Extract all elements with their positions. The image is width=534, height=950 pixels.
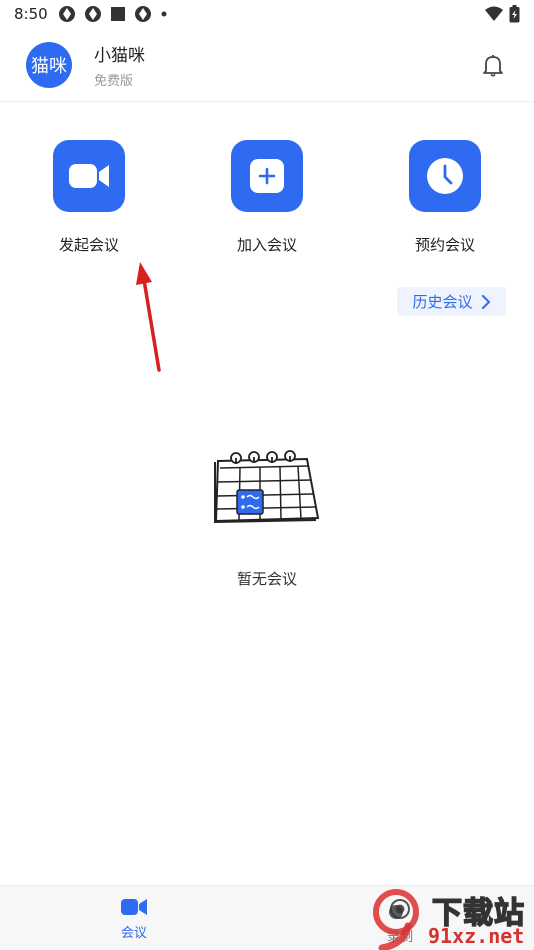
notifications-button[interactable] [478,50,508,80]
plus-icon [250,159,284,193]
annotation-arrow [136,262,161,372]
history-meetings-label: 历史会议 [412,293,473,311]
system-icons [485,5,520,23]
wifi-icon [485,6,503,21]
status-time: 8:50 [14,5,48,23]
avatar[interactable]: 猫咪 [26,41,72,88]
more-notifications-dot-icon [161,11,167,17]
start-meeting-label: 发起会议 [58,236,119,254]
join-meeting-button[interactable]: 加入会议 [207,140,327,255]
join-meeting-tile[interactable] [231,140,303,212]
app-notification-icon [84,6,101,22]
app-notification-icon [110,7,125,21]
app-notification-icon [58,6,75,22]
header: 猫咪 小猫咪 免费版 [0,28,534,102]
plan-badge: 免费版 [94,73,134,89]
schedule-meeting-label: 预约会议 [414,236,475,254]
start-meeting-button[interactable]: 发起会议 [29,140,149,255]
user-info[interactable]: 小猫咪 免费版 [94,41,145,89]
video-camera-icon [69,164,109,188]
video-camera-icon [121,899,147,915]
clock-icon [427,158,463,194]
history-meetings-button[interactable]: 历史会议 [397,287,506,316]
chevron-right-icon [481,294,490,309]
empty-state-text: 暂无会议 [236,570,297,588]
meeting-actions: 发起会议 加入会议 预约会议 [0,140,534,260]
app-notification-icon [134,6,151,22]
watermark: 下载站 91xz.net [368,888,534,950]
start-meeting-tile[interactable] [53,140,125,212]
schedule-meeting-button[interactable]: 预约会议 [385,140,505,255]
schedule-meeting-tile[interactable] [409,140,481,212]
watermark-logo [373,889,419,950]
calendar-illustration [214,450,320,524]
notification-icons [58,5,168,23]
nav-item-meetings[interactable]: 会议 [94,898,174,941]
join-meeting-label: 加入会议 [236,236,297,254]
bell-icon [483,54,503,77]
battery-icon [509,5,520,23]
status-bar: 8:50 [0,0,534,28]
nav-item-meetings-label: 会议 [120,926,147,941]
user-name: 小猫咪 [94,45,145,66]
watermark-site: 91xz.net [428,924,525,948]
